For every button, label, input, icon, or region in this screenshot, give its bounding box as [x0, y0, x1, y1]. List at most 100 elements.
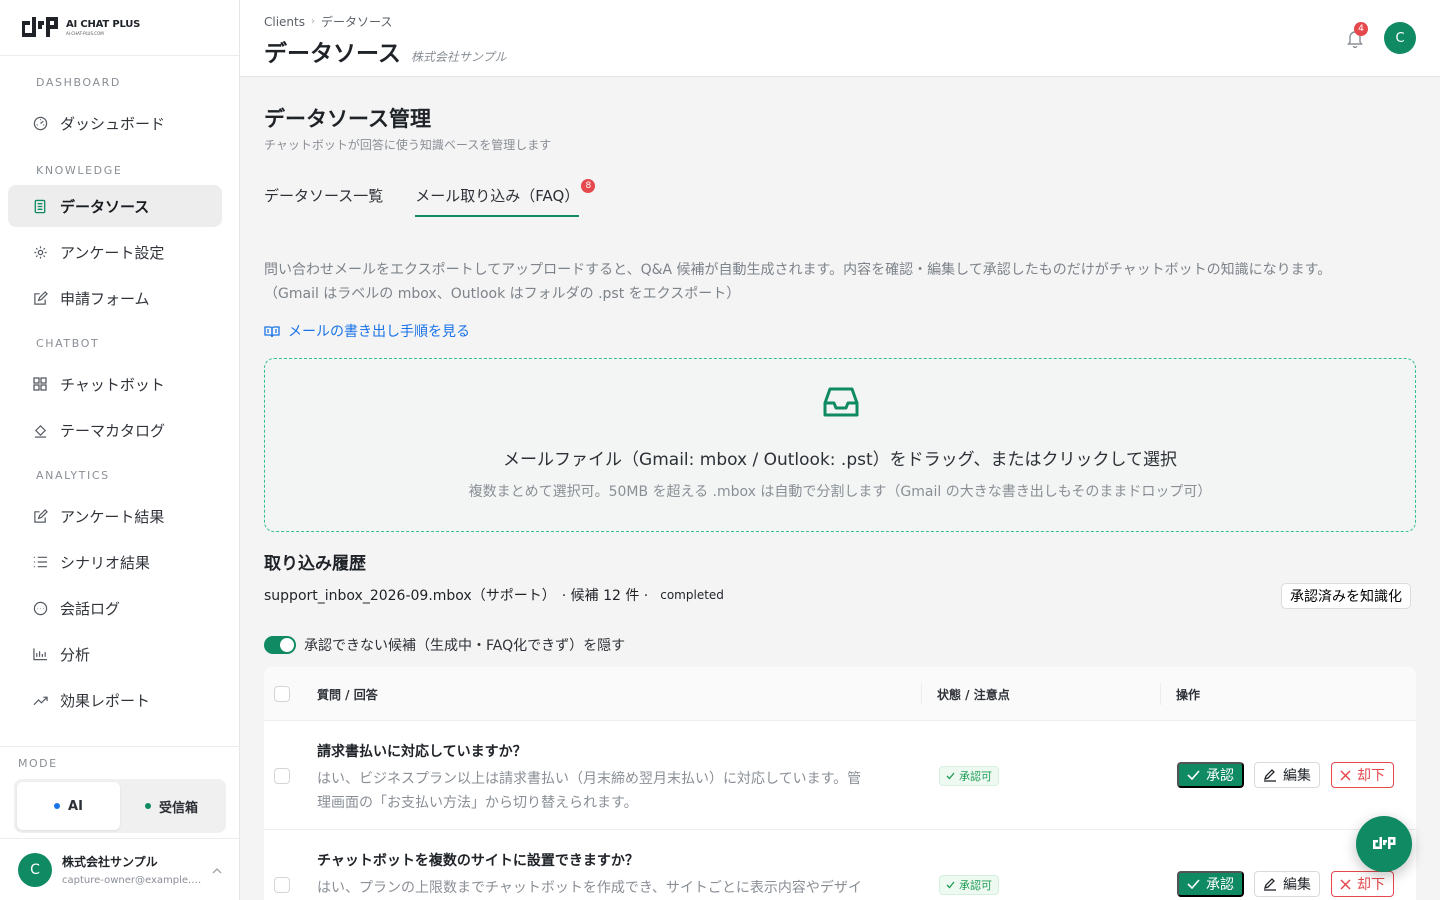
paint-bucket-icon: [32, 422, 48, 438]
page-header: Clients › データソース データソース 株式会社サンプル 4 C: [240, 0, 1440, 77]
status-dot: [54, 803, 61, 809]
brand-logo[interactable]: AI CHAT PLUS AI-CHAT-PLUS.COM: [0, 0, 239, 56]
mode-option-label: 受信箱: [158, 800, 198, 816]
reject-button[interactable]: 却下: [1331, 871, 1394, 897]
check-icon: [1187, 770, 1200, 780]
account-menu[interactable]: C 株式会社サンプル capture-owner@example.com: [0, 838, 240, 900]
mode-option-inbox[interactable]: 受信箱: [120, 782, 223, 830]
trend-up-icon: [32, 692, 48, 708]
file-dropzone[interactable]: メールファイル（Gmail: mbox / Outlook: .pst）をドラッ…: [264, 358, 1416, 532]
row-answer-line: はい、ビジネスプラン以上は請求書払い（月末締め翌月末払い）に対応しています。管: [317, 771, 862, 787]
export-guide-link-label: メールの書き出し手順を見る: [288, 324, 470, 340]
brand-logo-icon: [22, 16, 58, 37]
check-icon: [946, 881, 955, 889]
sidebar-item-label: アンケート設定: [60, 243, 165, 262]
nav-section-chatbot: CHATBOT: [36, 336, 100, 350]
hide-unapprovable-switch[interactable]: [264, 636, 296, 654]
row-question: チャットボットを複数のサイトに設置できますか？: [317, 853, 639, 869]
chat-launcher-button[interactable]: [1356, 816, 1412, 872]
sidebar-item-label: テーマカタログ: [60, 421, 166, 440]
reject-button[interactable]: 却下: [1331, 762, 1394, 788]
approve-button-label: 承認: [1206, 876, 1234, 892]
intro-line: 問い合わせメールをエクスポートしてアップロードすると、Q&A 候補が自動生成され…: [264, 262, 1332, 278]
row-answer-line: 理画面の「お支払い方法」から切り替えられます。: [317, 795, 638, 811]
section-title: データソース管理: [264, 107, 431, 131]
history-candidates: · 候補 12 件 ·: [561, 588, 649, 604]
table-row: チャットボットを複数のサイトに設置できますか？ はい、プランの上限数までチャット…: [264, 830, 1416, 900]
tab-email-import[interactable]: メール取り込み（FAQ） 8: [415, 179, 596, 217]
sidebar-item-chatbot[interactable]: チャットボット: [8, 363, 222, 405]
status-badge-label: 承認可: [959, 770, 992, 783]
row-answer-line: はい、プランの上限数までチャットボットを作成でき、サイトごとに表示内容やデザイ: [317, 880, 862, 896]
candidates-table: 質問 / 回答 状態 / 注意点 操作 請求書払いに対応していますか？ はい、ビ…: [264, 667, 1416, 900]
status-badge: 承認可: [939, 875, 999, 895]
pencil-icon: [1263, 877, 1276, 891]
check-icon: [946, 772, 955, 780]
column-header-actions: 操作: [1176, 688, 1201, 702]
mode-option-ai[interactable]: AI: [17, 782, 120, 830]
sidebar-item-theme-catalog[interactable]: テーマカタログ: [8, 409, 222, 451]
sidebar-item-survey-results[interactable]: アンケート結果: [8, 495, 222, 537]
tab-datasource-list[interactable]: データソース一覧: [264, 185, 383, 217]
sidebar-item-dashboard[interactable]: ダッシュボード: [8, 102, 222, 144]
edit-button[interactable]: 編集: [1254, 871, 1320, 897]
edit-form-icon: [32, 290, 48, 306]
account-name: 株式会社サンプル: [62, 855, 158, 869]
edit-button[interactable]: 編集: [1254, 762, 1320, 788]
column-divider: [921, 683, 922, 705]
approve-button[interactable]: 承認: [1177, 871, 1244, 897]
sidebar-item-application-form[interactable]: 申請フォーム: [8, 277, 222, 319]
sidebar-item-scenario-results[interactable]: シナリオ結果: [8, 541, 222, 583]
reject-button-label: 却下: [1357, 767, 1385, 783]
history-status: completed: [660, 588, 724, 602]
sidebar: AI CHAT PLUS AI-CHAT-PLUS.COM DASHBOARD …: [0, 0, 240, 900]
check-icon: [1187, 879, 1200, 889]
history-entry: support_inbox_2026-09.mbox（サポート） · 候補 12…: [264, 585, 724, 605]
sidebar-item-analysis[interactable]: 分析: [8, 633, 222, 675]
user-avatar[interactable]: C: [1384, 22, 1416, 54]
notification-badge: 4: [1354, 22, 1368, 36]
select-all-checkbox[interactable]: [274, 686, 290, 702]
sidebar-item-effect-report[interactable]: 効果レポート: [8, 679, 222, 721]
inbox-icon: [823, 387, 859, 417]
table-row: 請求書払いに対応していますか？ はい、ビジネスプラン以上は請求書払い（月末締め翌…: [264, 721, 1416, 830]
sidebar-item-label: 会話ログ: [60, 599, 121, 618]
export-guide-link[interactable]: メールの書き出し手順を見る: [264, 321, 470, 341]
table-header: 質問 / 回答 状態 / 注意点 操作: [264, 667, 1416, 721]
edit-button-label: 編集: [1283, 876, 1311, 892]
row-checkbox[interactable]: [274, 768, 290, 784]
gauge-icon: [32, 115, 48, 131]
close-icon: [1340, 769, 1351, 781]
tab-label: データソース一覧: [264, 187, 384, 205]
intro-text: 問い合わせメールをエクスポートしてアップロードすると、Q&A 候補が自動生成され…: [264, 258, 1414, 306]
column-header-status: 状態 / 注意点: [937, 688, 1010, 702]
breadcrumb-clients[interactable]: Clients: [264, 15, 305, 29]
sidebar-item-datasource[interactable]: データソース: [8, 185, 222, 227]
list-icon: [32, 554, 48, 570]
reject-button-label: 却下: [1357, 876, 1385, 892]
breadcrumb: Clients › データソース: [264, 13, 392, 30]
tab-label: メール取り込み（FAQ）: [415, 187, 580, 205]
intro-line: （Gmail はラベルの mbox、Outlook はフォルダの .pst をエ…: [264, 286, 741, 302]
sidebar-item-label: ダッシュボード: [60, 114, 166, 133]
document-icon: [32, 198, 48, 214]
edit-button-label: 編集: [1283, 767, 1311, 783]
approve-button[interactable]: 承認: [1177, 762, 1244, 788]
avatar: C: [18, 852, 52, 887]
pencil-icon: [1263, 768, 1276, 782]
status-badge: 承認可: [939, 766, 999, 786]
sidebar-item-conversation-log[interactable]: 会話ログ: [8, 587, 222, 629]
close-icon: [1340, 878, 1351, 890]
main-content: データソース管理 チャットボットが回答に使う知識ベースを管理します データソース…: [240, 77, 1440, 900]
row-checkbox[interactable]: [274, 877, 290, 893]
status-badge-label: 承認可: [959, 879, 992, 892]
grid-icon: [32, 376, 48, 392]
chevron-up-icon: [212, 863, 222, 877]
bar-chart-icon: [32, 646, 48, 662]
sidebar-item-survey-settings[interactable]: アンケート設定: [8, 231, 222, 273]
status-dot: [144, 803, 151, 809]
tab-bar: データソース一覧 メール取り込み（FAQ） 8: [264, 179, 596, 217]
sidebar-item-label: シナリオ結果: [60, 553, 151, 572]
approve-to-knowledge-button[interactable]: 承認済みを知識化: [1281, 583, 1411, 609]
row-answer: はい、ビジネスプラン以上は請求書払い（月末締め翌月末払い）に対応しています。管 …: [317, 767, 907, 815]
